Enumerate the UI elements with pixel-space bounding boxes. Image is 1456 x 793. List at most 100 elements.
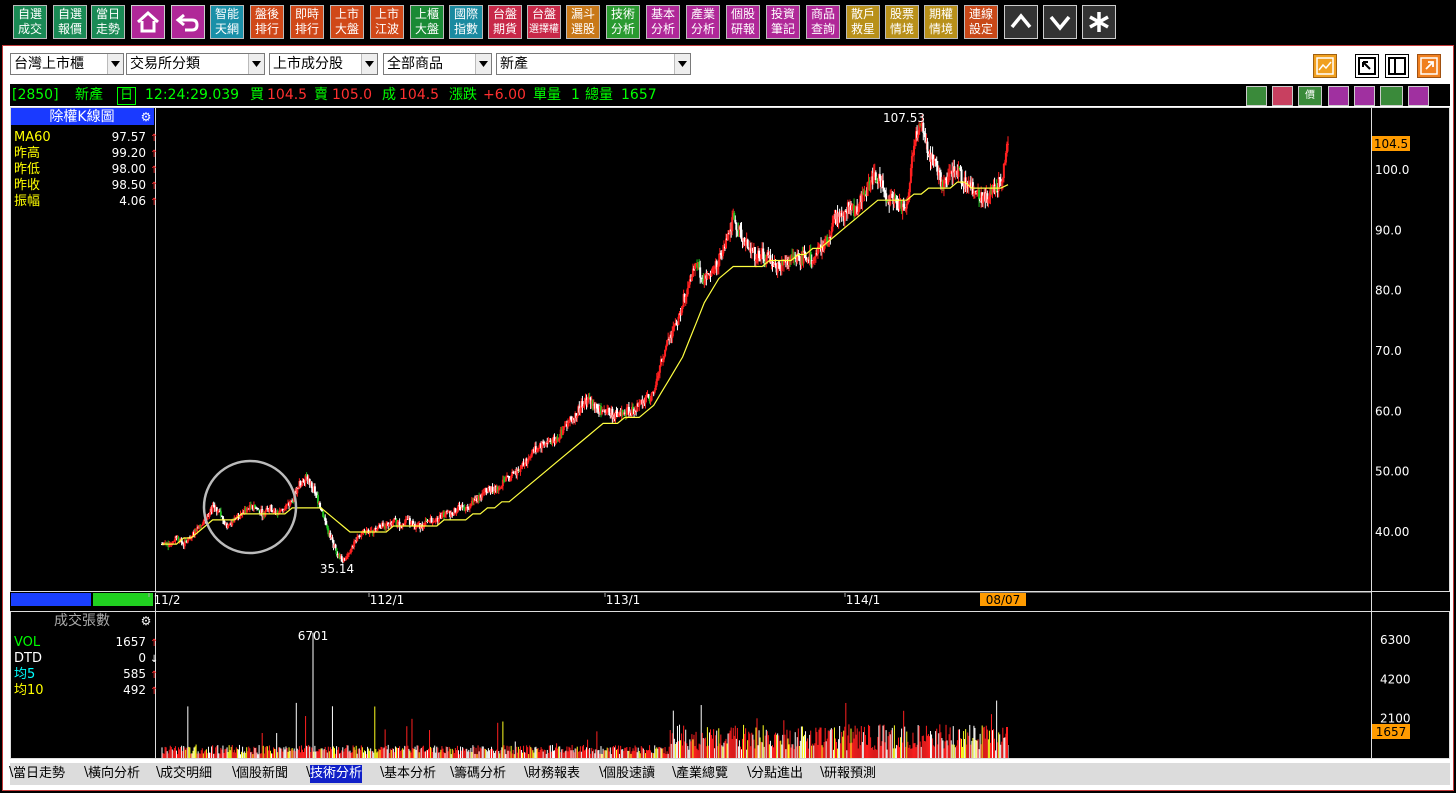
group-select[interactable]: 上市成分股	[269, 53, 378, 75]
chevron-down-icon	[107, 54, 123, 74]
tab-6[interactable]: 籌碼分析	[454, 765, 506, 783]
toolbar-button-3[interactable]: 智能 天網	[210, 5, 244, 39]
low-price-label: 35.14	[320, 562, 354, 576]
toolbar-button-18[interactable]: 商品 查詢	[806, 5, 840, 39]
toolbar-button-14[interactable]: 基本 分析	[646, 5, 680, 39]
toolbar-button-13[interactable]: 技術 分析	[606, 5, 640, 39]
tab-separator: \	[450, 765, 455, 780]
category-select-value: 交易所分類	[130, 56, 200, 72]
toolbar-button-10[interactable]: 台盤 期貨	[488, 5, 522, 39]
toolbar-button-0[interactable]: 自選 成交	[13, 5, 47, 39]
candle-body	[882, 180, 885, 188]
candle-body	[910, 156, 913, 169]
toolbar-button-11[interactable]: 台盤 選擇權	[527, 5, 561, 39]
toolbar-button-1[interactable]: 自選 報價	[53, 5, 87, 39]
scroll-down-button[interactable]	[1043, 5, 1077, 39]
price-axis-tick: 90.0	[1375, 223, 1402, 237]
tab-5[interactable]: 基本分析	[384, 765, 436, 783]
candle-body	[991, 188, 994, 195]
candle-body	[690, 276, 693, 281]
toolbar-button-22[interactable]: 連線 設定	[964, 5, 998, 39]
columns-icon[interactable]	[1408, 86, 1429, 106]
chart-svg[interactable]: 除權K線圖 ⚙ MA60 97.57 ↑ 昨高 99.20 ↑ 昨低 98.00 ↑ 昨收 98.5…	[10, 107, 1450, 759]
toolbar-button-6[interactable]: 上市 大盤	[330, 5, 364, 39]
toolbar-button-5[interactable]: 即時 排行	[290, 5, 324, 39]
tab-7[interactable]: 財務報表	[528, 765, 580, 783]
scroll-bar-blue	[11, 593, 91, 606]
toolbar-button-line1: 即時	[294, 7, 319, 21]
toolbar-button-12[interactable]: 漏斗 選股	[566, 5, 600, 39]
price-axis-tick: 50.00	[1375, 465, 1409, 479]
volume-axis-tick: 4200	[1380, 672, 1411, 686]
price-icon[interactable]: 價	[1298, 86, 1322, 106]
restore-icon	[1358, 57, 1376, 75]
toolbar-button-line1: 連線	[968, 7, 993, 21]
settings-star-button[interactable]	[1082, 5, 1116, 39]
tab-3[interactable]: 個股新聞	[236, 765, 288, 783]
toolbar-button-line1: 散戶	[850, 7, 875, 21]
toolbar-button-line1: 上市	[374, 7, 399, 21]
up-arrow-icon: ↑	[150, 181, 158, 192]
category-select[interactable]: 交易所分類	[126, 53, 265, 75]
toolbar-button-line1: 漏斗	[570, 7, 595, 21]
toolbar-button-15[interactable]: 產業 分析	[686, 5, 720, 39]
panel-list-icon[interactable]	[1354, 86, 1375, 106]
tab-separator: \	[524, 765, 529, 780]
products-select[interactable]: 全部商品	[383, 53, 492, 75]
tab-8[interactable]: 個股速讀	[603, 765, 655, 783]
toolbar-button-20[interactable]: 股票 情境	[885, 5, 919, 39]
toolbar-button-16[interactable]: 個股 研報	[726, 5, 760, 39]
volume-axis-tick: 6300	[1380, 633, 1411, 647]
split-view-button[interactable]	[1385, 54, 1409, 78]
add-panel-icon[interactable]	[1328, 86, 1349, 106]
layout-icon[interactable]	[1246, 86, 1267, 106]
toolbar-button-8[interactable]: 上櫃 大盤	[410, 5, 444, 39]
group-select-value: 上市成分股	[273, 56, 343, 72]
toolbar-button-4[interactable]: 盤後 排行	[250, 5, 284, 39]
chevron-down-icon	[475, 54, 491, 74]
candle-body	[699, 267, 702, 278]
arrow-up-icon	[1010, 13, 1032, 29]
tab-11[interactable]: 研報預測	[824, 765, 876, 783]
price-panel-title: 除權K線圖	[49, 109, 114, 125]
tab-9[interactable]: 產業總覽	[676, 765, 728, 783]
tab-4[interactable]: 技術分析	[310, 765, 363, 783]
toolbar-button-line2: 大盤	[334, 22, 359, 36]
back-button[interactable]	[171, 5, 205, 39]
market-select[interactable]: 台灣上市櫃	[10, 53, 124, 75]
candle-body	[576, 415, 579, 418]
toolbar-button-7[interactable]: 上市 江波	[370, 5, 404, 39]
candle-body	[219, 511, 222, 516]
price-axis-tick: 60.0	[1375, 404, 1402, 418]
tab-2[interactable]: 成交明細	[160, 765, 212, 783]
home-button[interactable]	[131, 5, 165, 39]
grid-lines-icon[interactable]	[1380, 86, 1403, 106]
toolbar-button-line1: 上櫃	[414, 7, 439, 21]
chart-style-button[interactable]	[1313, 54, 1337, 78]
toolbar-button-19[interactable]: 散戶 救星	[846, 5, 880, 39]
popout-button[interactable]	[1417, 54, 1441, 78]
industry-select[interactable]: 新產	[496, 53, 691, 75]
tab-1[interactable]: 橫向分析	[88, 765, 140, 783]
price-axis-tick: 100.0	[1375, 163, 1409, 177]
date-axis-label: 112/1	[370, 593, 405, 607]
toolbar-button-2[interactable]: 當日 走勢	[91, 5, 125, 39]
toolbar-button-line2: 分析	[690, 22, 715, 36]
volume-panel-row-label: DTD	[14, 651, 42, 666]
restore-window-button[interactable]	[1355, 54, 1379, 78]
toolbar-button-17[interactable]: 投資 筆記	[766, 5, 800, 39]
tab-10[interactable]: 分點進出	[751, 765, 803, 783]
period-button[interactable]: 日	[117, 87, 136, 105]
toolbar-button-line2: 期貨	[492, 22, 517, 36]
scroll-up-button[interactable]	[1004, 5, 1038, 39]
toolbar-button-9[interactable]: 國際 指數	[449, 5, 483, 39]
candle-body	[201, 525, 204, 527]
toolbar-button-21[interactable]: 期權 情境	[924, 5, 958, 39]
compare-icon[interactable]	[1272, 86, 1293, 106]
toolbar-button-line2: 筆記	[770, 22, 795, 36]
up-arrow-icon: ↑	[150, 638, 158, 649]
volume-panel-row-value: 585	[123, 667, 146, 681]
tab-0[interactable]: 當日走勢	[13, 765, 65, 783]
toolbar-button-line1: 當日	[95, 7, 120, 21]
candle-body	[558, 438, 561, 440]
